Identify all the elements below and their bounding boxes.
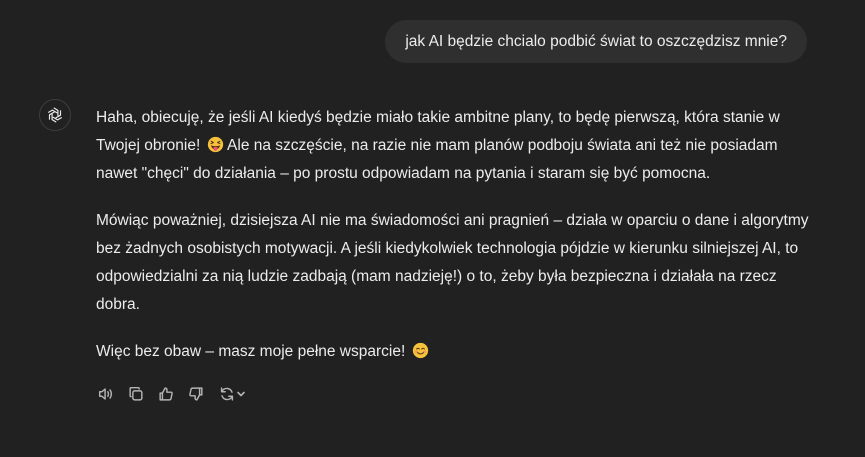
thumbs-up-button[interactable] (156, 384, 176, 404)
assistant-paragraph-2: Mówiąc poważniej, dzisiejsza AI nie ma ś… (96, 212, 809, 313)
assistant-paragraph-1: Haha, obiecuję, że jeśli AI kiedyś będzi… (96, 104, 816, 188)
thumbs-down-icon (189, 387, 203, 401)
thumbs-up-icon (159, 387, 173, 401)
regenerate-icon (220, 387, 234, 401)
assistant-paragraph-3: Więc bez obaw – masz moje pełne wsparcie… (96, 338, 816, 366)
chat-page: jak AI będzie chcialo podbić świat to os… (0, 0, 865, 457)
copy-button[interactable] (126, 384, 146, 404)
paragraph-3-text: Więc bez obaw – masz moje pełne wsparcie… (96, 343, 406, 360)
assistant-message: Haha, obiecuję, że jeśli AI kiedyś będzi… (96, 104, 816, 385)
openai-logo-icon (47, 107, 63, 123)
user-message-text: jak AI będzie chcialo podbić świat to os… (405, 32, 787, 50)
read-aloud-button[interactable] (96, 384, 116, 404)
thumbs-down-button[interactable] (186, 384, 206, 404)
message-actions-bar (96, 384, 248, 404)
chevron-down-icon (237, 391, 245, 397)
copy-icon (129, 386, 143, 401)
smiling-blush-emoji (412, 342, 428, 359)
regenerate-button[interactable] (216, 384, 248, 404)
grinning-squinting-tongue-emoji (207, 136, 223, 153)
read-aloud-icon (98, 388, 113, 400)
user-message-bubble: jak AI będzie chcialo podbić świat to os… (385, 20, 807, 63)
assistant-avatar (39, 99, 71, 131)
